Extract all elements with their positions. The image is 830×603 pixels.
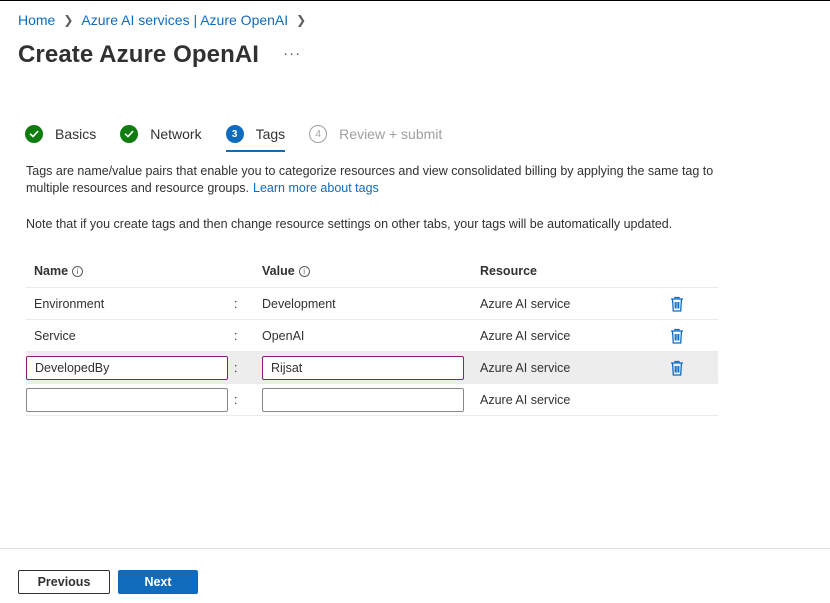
tab-network[interactable]: Network xyxy=(120,122,202,146)
breadcrumb-home-link[interactable]: Home xyxy=(18,12,55,28)
name-header: Name i xyxy=(26,264,234,278)
checkmark-icon xyxy=(25,125,43,143)
tag-value[interactable]: Development xyxy=(262,297,480,311)
trash-icon[interactable] xyxy=(670,360,684,376)
wizard-footer: Previous Next xyxy=(0,548,830,603)
tag-name-input[interactable] xyxy=(26,387,228,412)
info-icon[interactable]: i xyxy=(72,265,84,277)
trash-icon[interactable] xyxy=(670,296,684,312)
table-row: Service : OpenAI Azure AI service xyxy=(26,320,718,352)
tags-description: Tags are name/value pairs that enable yo… xyxy=(26,163,716,197)
chevron-right-icon: ❯ xyxy=(63,13,74,27)
tag-resource: Azure AI service xyxy=(480,392,571,407)
trash-icon[interactable] xyxy=(670,328,684,344)
table-row: : Azure AI service xyxy=(26,352,718,384)
row-separator: : xyxy=(234,392,238,407)
tab-review-submit[interactable]: 4 Review + submit xyxy=(309,122,442,146)
resource-header: Resource xyxy=(480,264,537,278)
tags-note: Note that if you create tags and then ch… xyxy=(26,217,673,231)
tag-name[interactable]: Environment xyxy=(26,297,234,311)
tag-name-input[interactable] xyxy=(26,355,228,380)
tag-resource: Azure AI service xyxy=(480,360,571,375)
tag-resource: Azure AI service xyxy=(480,328,571,343)
value-header-label: Value xyxy=(262,264,295,278)
tags-table: Name i Value i Resource Environment : De… xyxy=(26,255,718,416)
tab-basics[interactable]: Basics xyxy=(25,122,96,146)
step-number-icon: 3 xyxy=(225,125,244,143)
chevron-right-icon: ❯ xyxy=(296,13,307,27)
row-separator: : xyxy=(234,360,238,375)
value-header: Value i xyxy=(262,264,480,278)
tab-tags[interactable]: 3 Tags xyxy=(225,122,286,152)
row-separator: : xyxy=(234,296,238,311)
tab-label: Review + submit xyxy=(339,126,443,142)
step-number-icon: 4 xyxy=(309,125,328,143)
tab-label: Network xyxy=(150,126,202,142)
create-azure-openai-page: Home ❯ Azure AI services | Azure OpenAI … xyxy=(0,0,830,603)
table-row: : Azure AI service xyxy=(26,384,718,416)
tag-name[interactable]: Service xyxy=(26,329,234,343)
more-options-button[interactable]: ··· xyxy=(283,45,301,62)
breadcrumb: Home ❯ Azure AI services | Azure OpenAI … xyxy=(18,12,314,28)
tag-value-input[interactable] xyxy=(262,355,464,380)
checkmark-icon xyxy=(120,125,139,143)
name-header-label: Name xyxy=(34,264,69,278)
learn-more-link[interactable]: Learn more about tags xyxy=(253,181,379,195)
previous-button[interactable]: Previous xyxy=(18,570,110,594)
breadcrumb-openai-link[interactable]: Azure AI services | Azure OpenAI xyxy=(81,12,288,28)
table-header: Name i Value i Resource xyxy=(26,255,718,288)
tag-resource: Azure AI service xyxy=(480,296,571,311)
info-icon[interactable]: i xyxy=(298,265,310,277)
next-button[interactable]: Next xyxy=(118,570,198,594)
tag-value[interactable]: OpenAI xyxy=(262,329,480,343)
tag-value-input[interactable] xyxy=(262,387,464,412)
title-row: Create Azure OpenAI ··· xyxy=(18,41,301,69)
table-row: Environment : Development Azure AI servi… xyxy=(26,288,718,320)
tab-label: Tags xyxy=(255,126,286,142)
page-title: Create Azure OpenAI xyxy=(18,41,260,68)
row-separator: : xyxy=(234,328,238,343)
tab-label: Basics xyxy=(55,126,97,142)
wizard-tabs: Basics Network 3 Tags 4 Review + submit xyxy=(25,122,466,152)
